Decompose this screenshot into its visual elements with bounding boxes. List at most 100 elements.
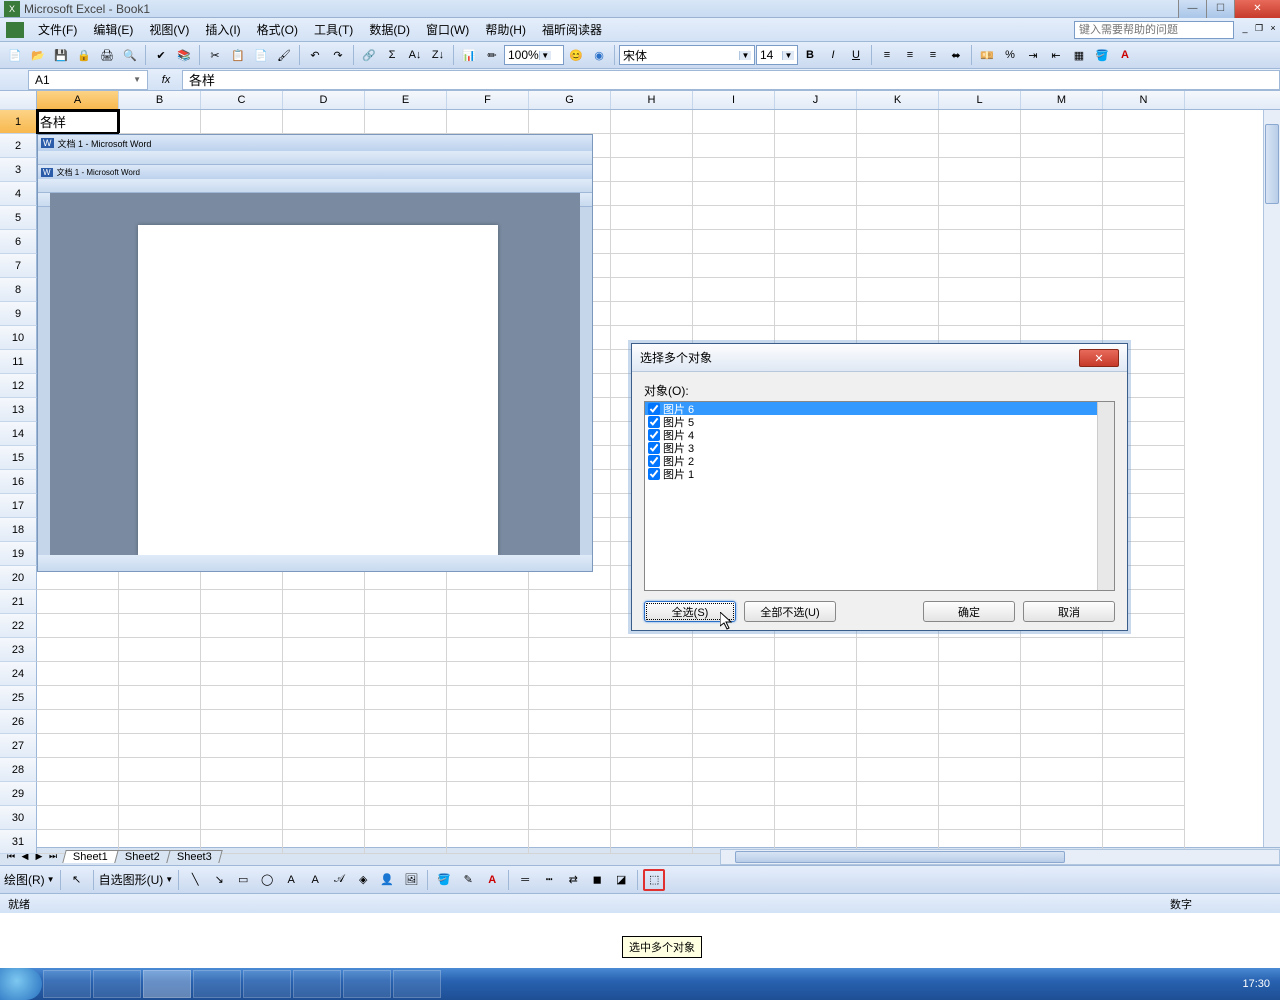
cell[interactable] bbox=[37, 590, 119, 614]
cell[interactable] bbox=[775, 662, 857, 686]
cell[interactable] bbox=[939, 182, 1021, 206]
cell[interactable] bbox=[611, 830, 693, 854]
cell[interactable] bbox=[1103, 302, 1185, 326]
cell[interactable] bbox=[1021, 686, 1103, 710]
cell[interactable] bbox=[611, 734, 693, 758]
shadow-button[interactable]: ◼ bbox=[586, 869, 608, 891]
cell[interactable] bbox=[201, 758, 283, 782]
cell[interactable] bbox=[857, 806, 939, 830]
row-header[interactable]: 17 bbox=[0, 494, 37, 518]
cell[interactable] bbox=[447, 590, 529, 614]
cell[interactable] bbox=[1103, 806, 1185, 830]
cell[interactable] bbox=[1021, 158, 1103, 182]
cell[interactable] bbox=[201, 614, 283, 638]
new-button[interactable]: 📄 bbox=[4, 44, 26, 66]
cell[interactable] bbox=[1103, 230, 1185, 254]
cell[interactable] bbox=[283, 614, 365, 638]
cell[interactable] bbox=[939, 734, 1021, 758]
cell[interactable] bbox=[611, 254, 693, 278]
cell[interactable] bbox=[1103, 158, 1185, 182]
taskbar-clock[interactable]: 17:30 bbox=[1232, 976, 1280, 992]
select-all-button[interactable]: 全选(S) bbox=[644, 601, 736, 622]
font-name-select[interactable]: 宋体▼ bbox=[619, 45, 755, 65]
taskbar-item[interactable] bbox=[393, 970, 441, 998]
list-item-checkbox[interactable] bbox=[648, 468, 660, 480]
cell[interactable] bbox=[1103, 734, 1185, 758]
row-header[interactable]: 20 bbox=[0, 566, 37, 590]
zoom-select[interactable]: 100%▼ bbox=[504, 45, 564, 65]
cell[interactable] bbox=[1021, 182, 1103, 206]
row-header[interactable]: 1 bbox=[0, 110, 37, 134]
row-header[interactable]: 2 bbox=[0, 134, 37, 158]
list-item[interactable]: 图片 1 bbox=[645, 467, 1114, 480]
cell[interactable] bbox=[693, 758, 775, 782]
row-header[interactable]: 3 bbox=[0, 158, 37, 182]
font-size-select[interactable]: 14▼ bbox=[756, 45, 798, 65]
sheet-tab-1[interactable]: Sheet1 bbox=[62, 850, 118, 863]
cell[interactable] bbox=[775, 278, 857, 302]
row-header[interactable]: 13 bbox=[0, 398, 37, 422]
cell[interactable] bbox=[939, 638, 1021, 662]
cell[interactable] bbox=[37, 662, 119, 686]
font-color-button[interactable]: A bbox=[1114, 44, 1136, 66]
arrow-button[interactable]: ↘ bbox=[208, 869, 230, 891]
cell[interactable] bbox=[529, 590, 611, 614]
print-preview-button[interactable]: 🔍 bbox=[119, 44, 141, 66]
cell[interactable] bbox=[37, 806, 119, 830]
select-none-button[interactable]: 全部不选(U) bbox=[744, 601, 836, 622]
cell[interactable] bbox=[611, 230, 693, 254]
cell[interactable] bbox=[939, 278, 1021, 302]
redo-button[interactable]: ↷ bbox=[327, 44, 349, 66]
cut-button[interactable]: ✂ bbox=[204, 44, 226, 66]
drawing-button[interactable]: ✏ bbox=[481, 44, 503, 66]
cell[interactable] bbox=[611, 302, 693, 326]
drawing-menu[interactable]: 绘图(R) bbox=[4, 871, 45, 888]
list-item-checkbox[interactable] bbox=[648, 455, 660, 467]
cell[interactable] bbox=[37, 758, 119, 782]
row-header[interactable]: 22 bbox=[0, 614, 37, 638]
cell[interactable] bbox=[693, 134, 775, 158]
row-header[interactable]: 5 bbox=[0, 206, 37, 230]
cell[interactable] bbox=[857, 734, 939, 758]
cell[interactable] bbox=[37, 614, 119, 638]
cell[interactable] bbox=[119, 782, 201, 806]
row-header[interactable]: 6 bbox=[0, 230, 37, 254]
cell[interactable] bbox=[611, 686, 693, 710]
print-button[interactable]: 🖨 bbox=[96, 44, 118, 66]
row-header[interactable]: 14 bbox=[0, 422, 37, 446]
menu-tools[interactable]: 工具(T) bbox=[306, 19, 361, 40]
help-button[interactable]: 😊 bbox=[565, 44, 587, 66]
oval-button[interactable]: ◯ bbox=[256, 869, 278, 891]
cell[interactable] bbox=[447, 758, 529, 782]
row-header[interactable]: 11 bbox=[0, 350, 37, 374]
row-header[interactable]: 21 bbox=[0, 590, 37, 614]
cell[interactable] bbox=[283, 758, 365, 782]
cell[interactable] bbox=[611, 806, 693, 830]
cell[interactable] bbox=[1021, 734, 1103, 758]
cell[interactable] bbox=[119, 710, 201, 734]
cell[interactable] bbox=[37, 638, 119, 662]
arrow-style-button[interactable]: ⇄ bbox=[562, 869, 584, 891]
cell[interactable] bbox=[529, 638, 611, 662]
cell[interactable] bbox=[939, 158, 1021, 182]
list-item[interactable]: 图片 4 bbox=[645, 428, 1114, 441]
cell[interactable] bbox=[447, 662, 529, 686]
cell[interactable] bbox=[201, 590, 283, 614]
textbox-button[interactable]: A bbox=[280, 869, 302, 891]
cell[interactable] bbox=[119, 686, 201, 710]
cell[interactable] bbox=[939, 254, 1021, 278]
cell[interactable] bbox=[693, 806, 775, 830]
cell[interactable] bbox=[365, 638, 447, 662]
cell[interactable] bbox=[857, 758, 939, 782]
cell[interactable] bbox=[939, 806, 1021, 830]
cell[interactable] bbox=[119, 110, 201, 134]
menu-file[interactable]: 文件(F) bbox=[30, 19, 85, 40]
cell[interactable] bbox=[283, 590, 365, 614]
cell[interactable] bbox=[611, 782, 693, 806]
cell[interactable] bbox=[447, 686, 529, 710]
window-maximize-button[interactable]: ☐ bbox=[1206, 0, 1234, 18]
cell[interactable] bbox=[201, 782, 283, 806]
cell[interactable] bbox=[1021, 278, 1103, 302]
cell[interactable] bbox=[857, 278, 939, 302]
open-button[interactable]: 📂 bbox=[27, 44, 49, 66]
